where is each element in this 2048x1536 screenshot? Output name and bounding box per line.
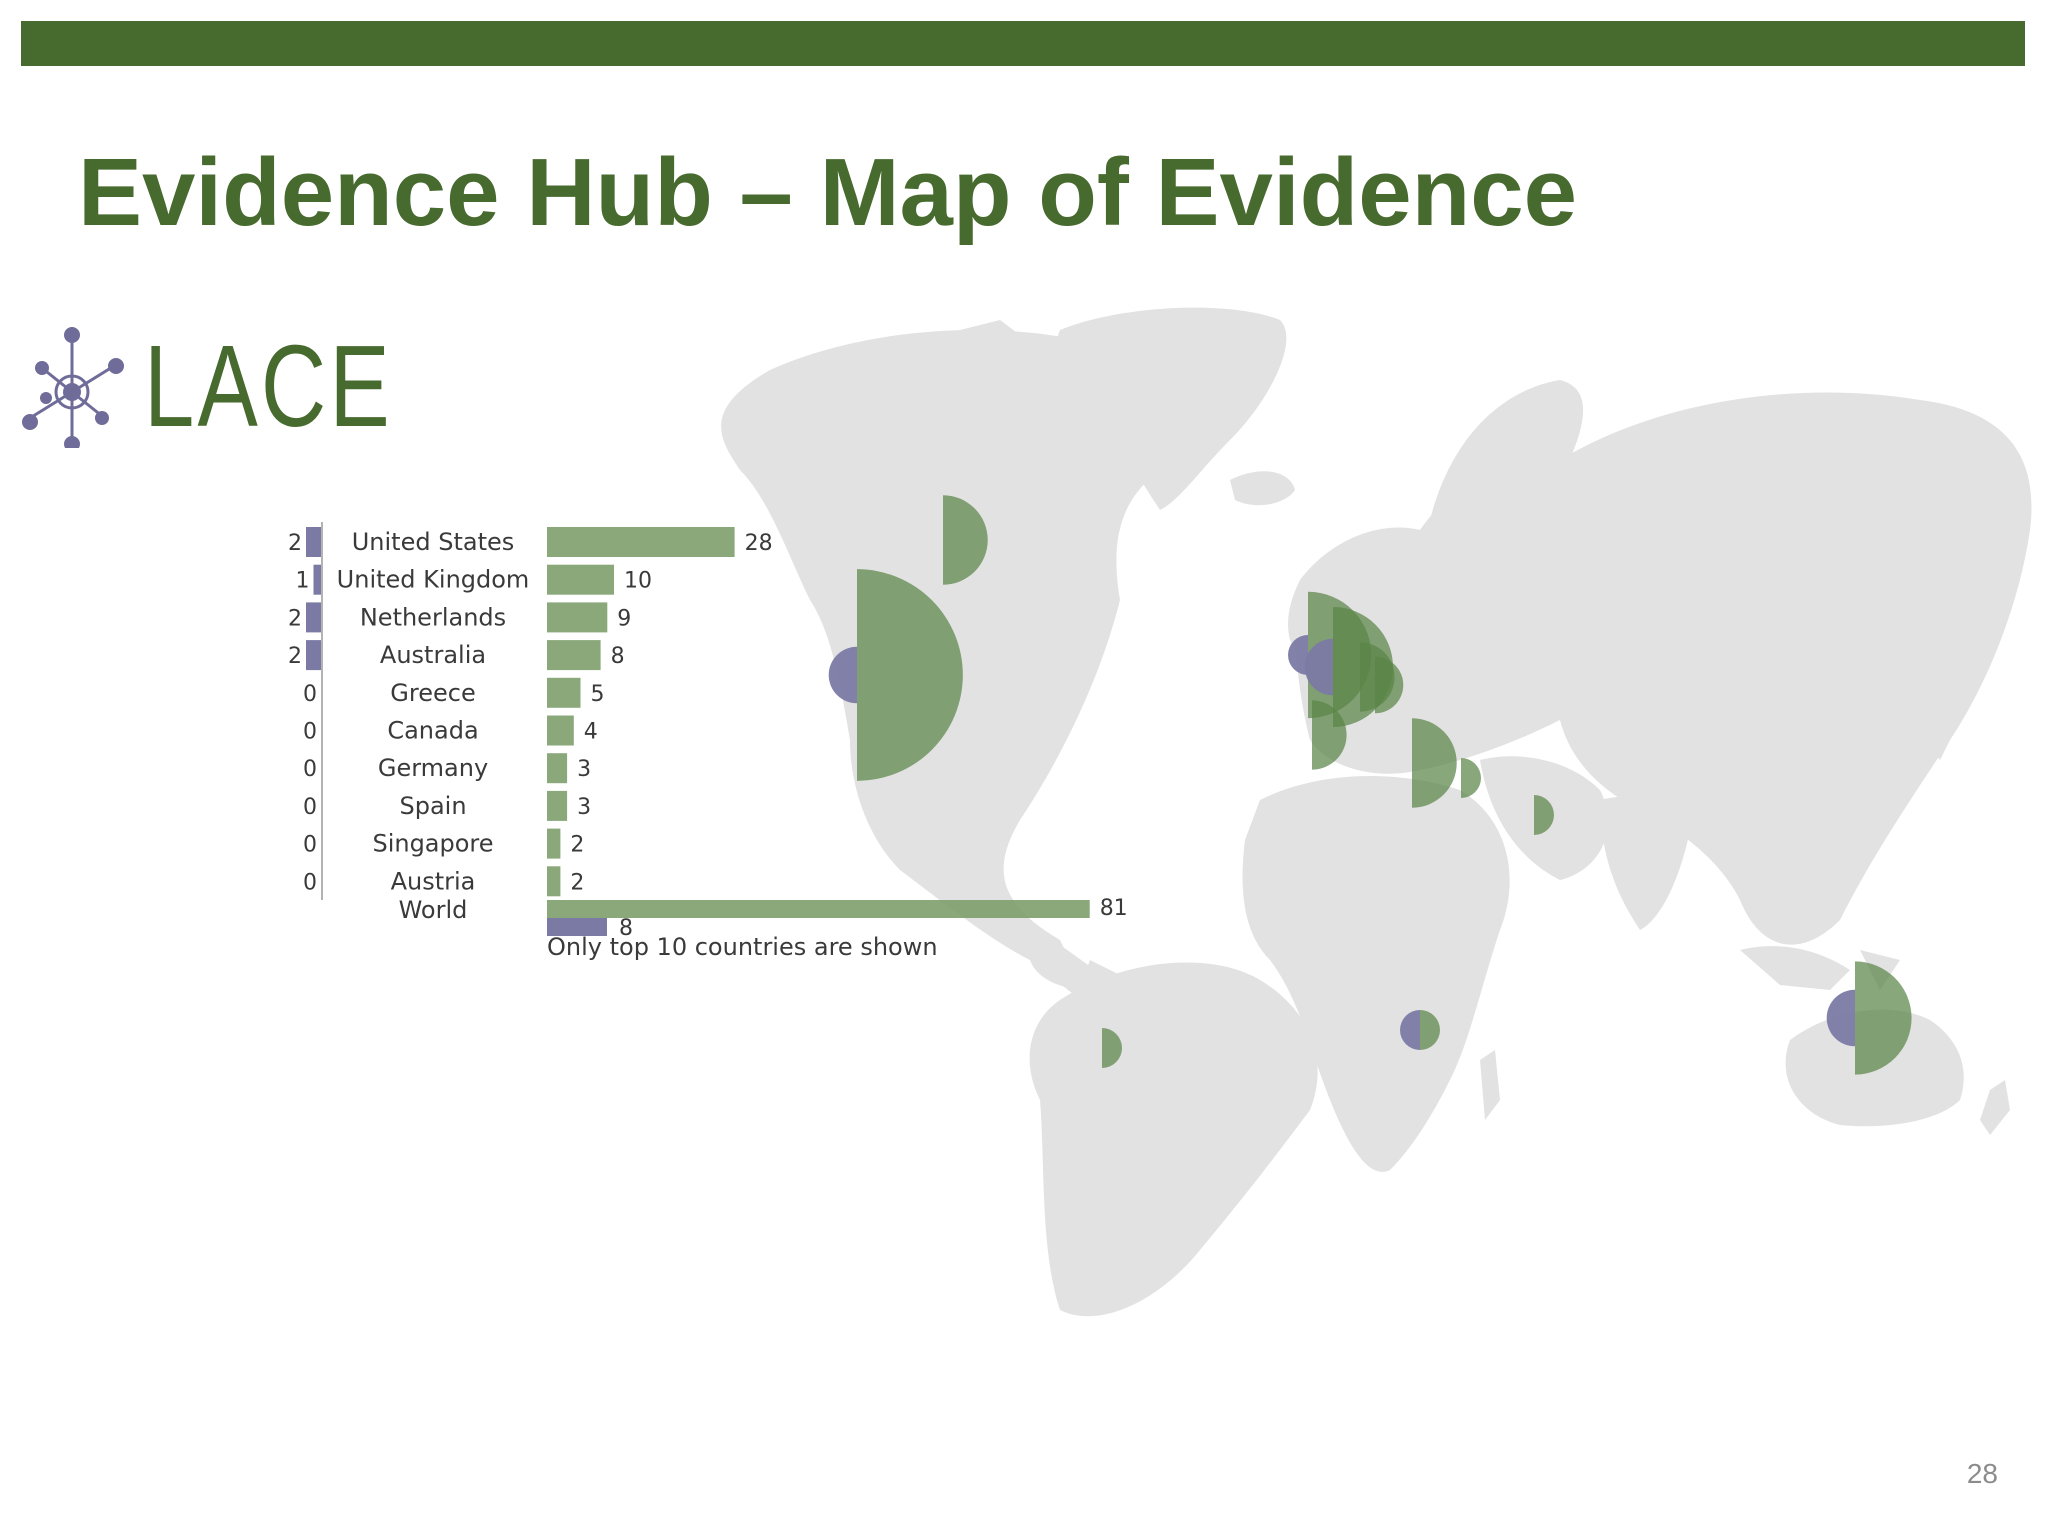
bar-value-green-spain: 3 — [577, 795, 591, 820]
map-marker-green-middle-east — [1461, 758, 1481, 798]
bar-green-austria — [547, 866, 561, 897]
category-label-united-states: United States — [352, 528, 515, 556]
bar-value-purple-austria: 0 — [303, 870, 317, 895]
category-label-germany: Germany — [378, 754, 488, 782]
bar-value-green-austria: 2 — [570, 870, 584, 895]
bar-purple-united-kingdom — [313, 564, 321, 595]
bar-value-purple-singapore: 0 — [303, 833, 317, 858]
madagascar-landmass — [1480, 1050, 1500, 1120]
bar-purple-australia — [306, 640, 321, 671]
bar-value-purple-spain: 0 — [303, 795, 317, 820]
bar-value-green-australia: 8 — [611, 644, 625, 669]
bar-value-green-greece: 5 — [591, 682, 605, 707]
bar-purple-united-states — [306, 527, 321, 557]
iceland-landmass — [1230, 471, 1295, 506]
evidence-map-chart: United States 282United Kingdom 101Netherl… — [288, 307, 2032, 1317]
bar-green-united-kingdom — [547, 564, 614, 595]
bar-value-green-united-kingdom: 10 — [624, 569, 652, 594]
bar-green-netherlands — [547, 602, 608, 633]
bar-green-australia — [547, 640, 601, 671]
bar-green-singapore — [547, 828, 561, 859]
category-label-united-kingdom: United Kingdom — [337, 566, 530, 594]
new-zealand-landmass — [1980, 1080, 2010, 1135]
page-number: 28 — [1966, 1458, 1998, 1489]
bar-green-germany — [547, 753, 568, 784]
india-landmass — [1600, 796, 1690, 930]
category-label-singapore: Singapore — [372, 830, 493, 858]
bar-value-purple-united-states: 2 — [288, 531, 302, 556]
bar-green-greece — [547, 677, 581, 708]
category-label-canada: Canada — [387, 717, 478, 745]
bar-value-green-united-states: 28 — [745, 531, 773, 556]
category-label-world: World — [399, 896, 468, 924]
bar-value-green-netherlands: 9 — [617, 606, 631, 631]
bar-value-green-germany: 3 — [577, 757, 591, 782]
category-label-netherlands: Netherlands — [360, 603, 506, 631]
bar-purple-netherlands — [306, 602, 321, 633]
bar-value-purple-united-kingdom: 1 — [296, 569, 310, 594]
bar-value-purple-australia: 2 — [288, 644, 302, 669]
bar-green-canada — [547, 715, 574, 746]
category-label-greece: Greece — [390, 679, 475, 707]
south-america-landmass — [1029, 962, 1318, 1317]
world-map-background — [721, 307, 2032, 1317]
category-label-australia: Australia — [380, 641, 486, 669]
bar-value-purple-canada: 0 — [303, 720, 317, 745]
bar-value-purple-germany: 0 — [303, 757, 317, 782]
bar-value-purple-greece: 0 — [303, 682, 317, 707]
bar-value-purple-netherlands: 2 — [288, 606, 302, 631]
bar-value-green-world: 81 — [1100, 896, 1128, 921]
chart-note: Only top 10 countries are shown — [547, 933, 938, 961]
category-label-austria: Austria — [391, 867, 476, 895]
category-label-spain: Spain — [399, 792, 466, 820]
bar-value-green-singapore: 2 — [570, 833, 584, 858]
bar-green-united-states — [547, 527, 735, 557]
bar-value-green-canada: 4 — [584, 720, 598, 745]
bar-green-spain — [547, 790, 568, 821]
